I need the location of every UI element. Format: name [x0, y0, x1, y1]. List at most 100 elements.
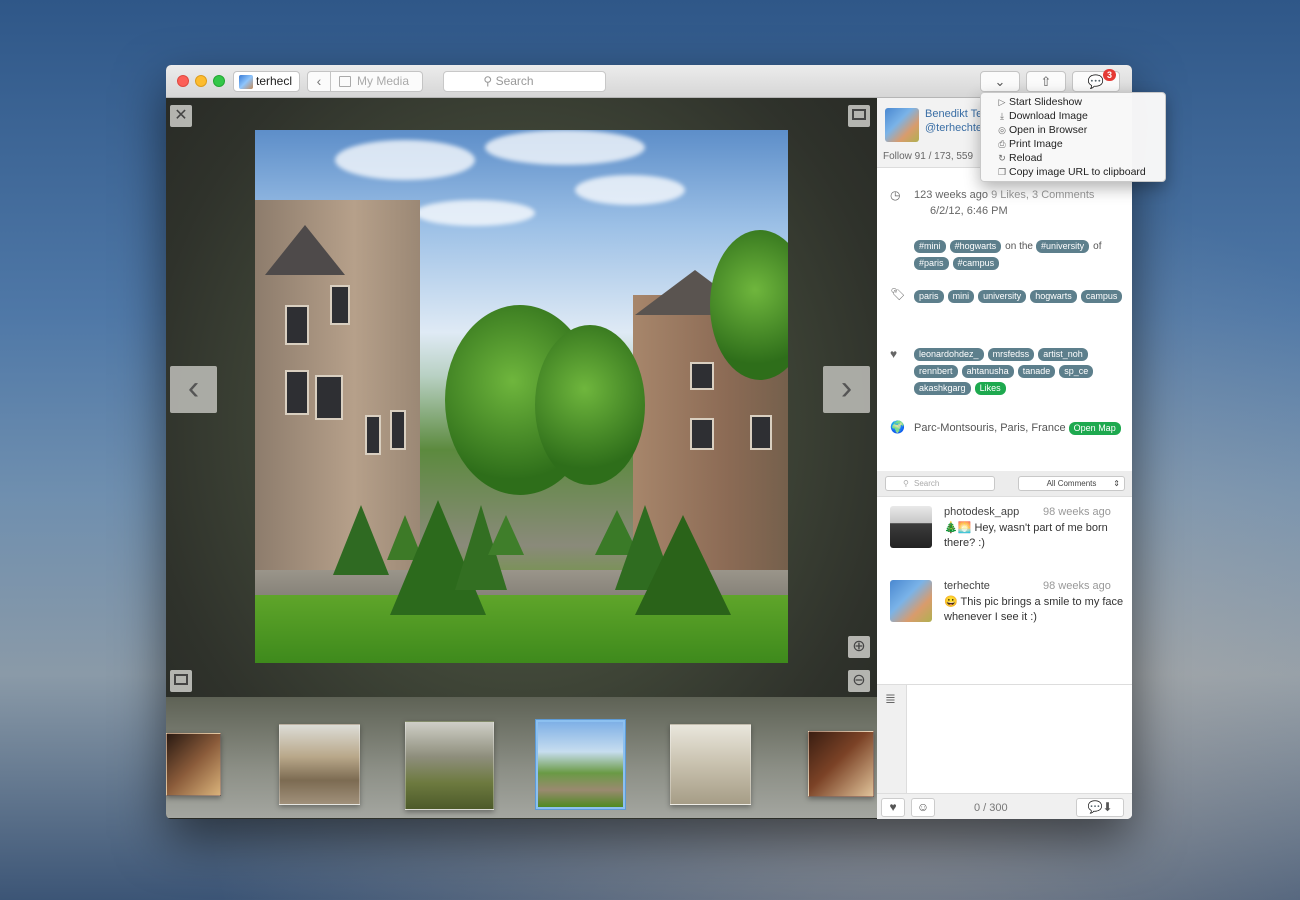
- tag-chip[interactable]: university: [978, 290, 1027, 303]
- post-time: 123 weeks ago 9 Likes, 3 Comments: [914, 189, 1094, 201]
- actions-menu-button[interactable]: ⌄: [980, 71, 1020, 92]
- menu-item-label: Print Image: [1009, 138, 1063, 150]
- next-image-button[interactable]: ›: [823, 366, 870, 413]
- avatar[interactable]: [890, 580, 932, 622]
- hashtag[interactable]: #mini: [914, 240, 946, 253]
- hashtag[interactable]: #campus: [952, 257, 1000, 270]
- composer-sidebar: ≣: [877, 685, 907, 793]
- tag-chip[interactable]: campus: [1080, 290, 1123, 303]
- likes-button[interactable]: Likes: [974, 382, 1006, 395]
- my-media-button[interactable]: My Media: [331, 71, 423, 92]
- heart-icon: ♥: [889, 800, 897, 814]
- comment-composer: ≣ ♥ ☺ 0 / 300 💬⬇: [877, 684, 1132, 819]
- comment-text: 😀 This pic brings a smile to my face whe…: [944, 596, 1124, 623]
- thumbnail[interactable]: [405, 721, 494, 810]
- comment-user[interactable]: terhechte: [944, 580, 990, 592]
- comment-user[interactable]: photodesk_app: [944, 506, 1019, 518]
- comment-time: 98 weeks ago: [1043, 580, 1111, 592]
- hashtag[interactable]: #university: [1036, 240, 1090, 253]
- comment-search-placeholder: Search: [914, 479, 940, 488]
- liker-chip[interactable]: tanade: [1017, 365, 1056, 378]
- updown-chevron-icon: ⇕: [1113, 479, 1120, 488]
- liker-chip[interactable]: artist_noh: [1038, 348, 1088, 361]
- menu-item-print-image[interactable]: ⎙ Print Image: [981, 137, 1165, 151]
- like-button[interactable]: ♥: [881, 798, 905, 817]
- thumbnail-toggle-button[interactable]: [170, 670, 192, 692]
- liker-chip[interactable]: akashkgarg: [914, 382, 971, 395]
- profile-handle[interactable]: @terhechte: [925, 122, 982, 134]
- emoji-button[interactable]: ☺: [911, 798, 935, 817]
- share-button[interactable]: ⇧: [1026, 71, 1066, 92]
- thumbnail[interactable]: [670, 724, 751, 805]
- likes-comments-count: 9 Likes, 3 Comments: [991, 189, 1095, 201]
- info-panel: Benedikt Te @terhechte Follow 91 / 173, …: [877, 98, 1132, 819]
- avatar[interactable]: [890, 506, 932, 548]
- menu-item-copy-url[interactable]: ❐ Copy image URL to clipboard: [981, 165, 1165, 179]
- comment-input[interactable]: [914, 689, 1124, 789]
- fullscreen-button[interactable]: [848, 105, 870, 127]
- send-comment-button[interactable]: 💬⬇: [1076, 798, 1124, 817]
- menu-item-label: Download Image: [1009, 110, 1088, 122]
- thumbnail-selected[interactable]: [536, 720, 625, 809]
- open-map-button[interactable]: Open Map: [1068, 422, 1121, 435]
- download-icon: ⤓: [1000, 111, 1004, 121]
- clipboard-icon: ❐: [997, 167, 1007, 177]
- menu-item-download-image[interactable]: ⤓ Download Image: [981, 109, 1165, 123]
- menu-item-label: Copy image URL to clipboard: [1009, 166, 1146, 178]
- tag-chip[interactable]: mini: [947, 290, 975, 303]
- search-field[interactable]: ⚲: [443, 71, 606, 92]
- smiley-icon: ☺: [916, 800, 930, 814]
- account-label: terhecl: [256, 74, 293, 88]
- previous-image-button[interactable]: ‹: [170, 366, 217, 413]
- liker-chip[interactable]: mrsfedss: [987, 348, 1035, 361]
- location-name: Parc-Montsouris, Paris, France: [914, 422, 1066, 434]
- speech-bubbles-icon: 💬: [1087, 74, 1105, 89]
- close-viewer-button[interactable]: ✕: [170, 105, 192, 127]
- follow-counts: Follow 91 / 173, 559: [883, 151, 974, 162]
- menu-item-label: Reload: [1009, 152, 1043, 164]
- double-chevron-down-icon: ⌄: [994, 74, 1006, 89]
- account-switcher[interactable]: terhecl: [233, 71, 300, 92]
- chevron-right-icon: ›: [840, 369, 853, 407]
- caption-text: on the: [1005, 241, 1033, 252]
- back-button[interactable]: ‹: [307, 71, 331, 92]
- menu-item-start-slideshow[interactable]: ▷ Start Slideshow: [981, 95, 1165, 109]
- menu-item-open-in-browser[interactable]: ◎ Open in Browser: [981, 123, 1165, 137]
- account-avatar: [239, 75, 253, 89]
- caption: #mini #hogwarts on the #university of #p…: [914, 239, 1124, 273]
- comments-button[interactable]: 💬 3: [1072, 69, 1120, 92]
- comment-search-field[interactable]: ⚲ Search: [885, 476, 995, 491]
- tag-chip[interactable]: hogwarts: [1030, 290, 1077, 303]
- comment-filter-value: All Comments: [1046, 479, 1097, 488]
- thumbnail-strip: [166, 697, 877, 818]
- liker-chip[interactable]: sp_ce: [1059, 365, 1094, 378]
- play-icon: ▷: [998, 97, 1006, 107]
- compass-icon: ◎: [998, 125, 1006, 135]
- minimize-window-button[interactable]: [195, 75, 207, 87]
- comment-item: terhechte 98 weeks ago 😀 This pic brings…: [877, 580, 1132, 650]
- liker-chip[interactable]: ahtanusha: [961, 365, 1014, 378]
- image-icon: [339, 76, 351, 87]
- avatar[interactable]: [885, 108, 919, 142]
- square-icon: [174, 674, 188, 686]
- comment-filter-select[interactable]: All Comments ⇕: [1018, 476, 1125, 491]
- thumbnail[interactable]: [279, 724, 360, 805]
- tag-icon: 🏷: [890, 287, 906, 301]
- printer-icon: ⎙: [998, 139, 1006, 149]
- zoom-in-button[interactable]: ⊕: [848, 636, 870, 658]
- menu-item-reload[interactable]: ↻ Reload: [981, 151, 1165, 165]
- actions-dropdown-menu: ▷ Start Slideshow ⤓ Download Image ◎ Ope…: [980, 92, 1166, 182]
- hashtag[interactable]: #paris: [914, 257, 949, 270]
- zoom-out-button[interactable]: ⊖: [848, 670, 870, 692]
- thumbnail[interactable]: [166, 733, 221, 796]
- zoom-window-button[interactable]: [213, 75, 225, 87]
- tag-chip[interactable]: paris: [914, 290, 944, 303]
- list-icon[interactable]: ≣: [885, 691, 896, 707]
- liker-chip[interactable]: leonardohdez_: [914, 348, 984, 361]
- thumbnail[interactable]: [808, 731, 874, 797]
- profile-name[interactable]: Benedikt Te: [925, 108, 982, 120]
- search-input[interactable]: [495, 74, 566, 88]
- hashtag[interactable]: #hogwarts: [949, 240, 1002, 253]
- liker-chip[interactable]: rennbert: [914, 365, 958, 378]
- close-window-button[interactable]: [177, 75, 189, 87]
